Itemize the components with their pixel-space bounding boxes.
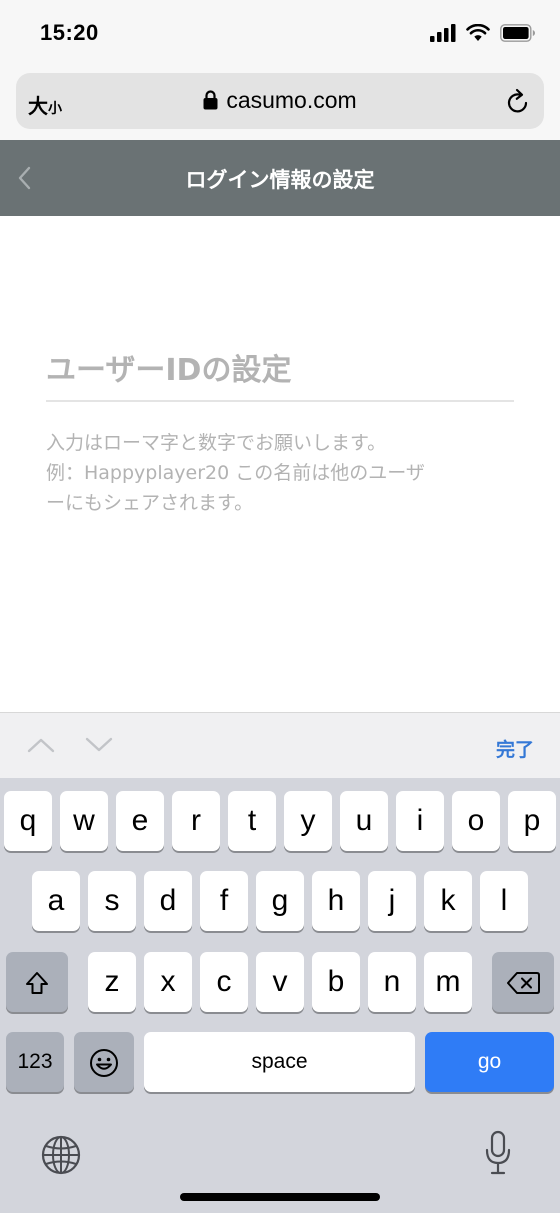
key-k[interactable]: k xyxy=(424,871,472,931)
status-bar: 15:20 xyxy=(0,0,560,66)
help-line-2: 例：Happyplayer20 この名前は他のユーザ xyxy=(46,462,425,484)
keyboard-accessory-bar: 完了 xyxy=(0,712,560,778)
status-icons xyxy=(430,22,536,44)
key-n[interactable]: n xyxy=(368,952,416,1012)
key-z[interactable]: z xyxy=(88,952,136,1012)
help-line-1: 入力はローマ字と数字でお願いします。 xyxy=(46,432,387,454)
user-id-input[interactable] xyxy=(46,340,514,402)
battery-icon xyxy=(500,24,535,42)
status-time: 15:20 xyxy=(40,20,99,45)
key-d[interactable]: d xyxy=(144,871,192,931)
user-id-help-text: 入力はローマ字と数字でお願いします。 例：Happyplayer20 この名前は… xyxy=(46,428,526,518)
key-e[interactable]: e xyxy=(116,791,164,851)
key-w[interactable]: w xyxy=(60,791,108,851)
done-button[interactable]: 完了 xyxy=(496,735,534,762)
key-f[interactable]: f xyxy=(200,871,248,931)
url-text: casumo.com xyxy=(226,87,357,113)
key-o[interactable]: o xyxy=(452,791,500,851)
emoji-icon xyxy=(90,1049,118,1078)
key-h[interactable]: h xyxy=(312,871,360,931)
page-title: ログイン情報の設定 xyxy=(185,168,375,192)
browser-address-area: 大小 casumo.com xyxy=(0,66,560,140)
help-line-3: ーにもシェアされます。 xyxy=(46,492,254,514)
chevron-up-icon[interactable] xyxy=(26,735,56,755)
key-g[interactable]: g xyxy=(256,871,304,931)
home-indicator xyxy=(180,1193,380,1201)
space-key[interactable]: space xyxy=(144,1032,415,1092)
app-header: ログイン情報の設定 xyxy=(0,140,560,216)
login-settings-form: 入力はローマ字と数字でお願いします。 例：Happyplayer20 この名前は… xyxy=(0,216,560,712)
key-s[interactable]: s xyxy=(88,871,136,931)
key-r[interactable]: r xyxy=(172,791,220,851)
emoji-key[interactable] xyxy=(74,1032,134,1092)
chevron-down-icon[interactable] xyxy=(84,735,114,755)
key-t[interactable]: t xyxy=(228,791,276,851)
key-l[interactable]: l xyxy=(480,871,528,931)
delete-icon xyxy=(507,972,540,995)
url-display[interactable]: casumo.com xyxy=(16,87,544,114)
delete-key[interactable] xyxy=(492,952,554,1012)
key-u[interactable]: u xyxy=(340,791,388,851)
key-q[interactable]: q xyxy=(4,791,52,851)
key-x[interactable]: x xyxy=(144,952,192,1012)
key-c[interactable]: c xyxy=(200,952,248,1012)
go-key[interactable]: go xyxy=(425,1032,554,1092)
key-m[interactable]: m xyxy=(424,952,472,1012)
reload-icon[interactable] xyxy=(506,88,530,114)
address-bar[interactable]: 大小 casumo.com xyxy=(16,73,544,129)
wifi-icon xyxy=(466,24,490,41)
key-j[interactable]: j xyxy=(368,871,416,931)
microphone-icon[interactable] xyxy=(484,1130,512,1176)
key-i[interactable]: i xyxy=(396,791,444,851)
cellular-signal-icon xyxy=(430,24,456,42)
shift-key[interactable] xyxy=(6,952,68,1012)
key-v[interactable]: v xyxy=(256,952,304,1012)
shift-icon xyxy=(26,972,48,995)
key-a[interactable]: a xyxy=(32,871,80,931)
key-p[interactable]: p xyxy=(508,791,556,851)
numbers-key[interactable]: 123 xyxy=(6,1032,64,1092)
lock-icon xyxy=(203,90,218,110)
key-b[interactable]: b xyxy=(312,952,360,1012)
key-y[interactable]: y xyxy=(284,791,332,851)
globe-icon[interactable] xyxy=(40,1134,82,1176)
